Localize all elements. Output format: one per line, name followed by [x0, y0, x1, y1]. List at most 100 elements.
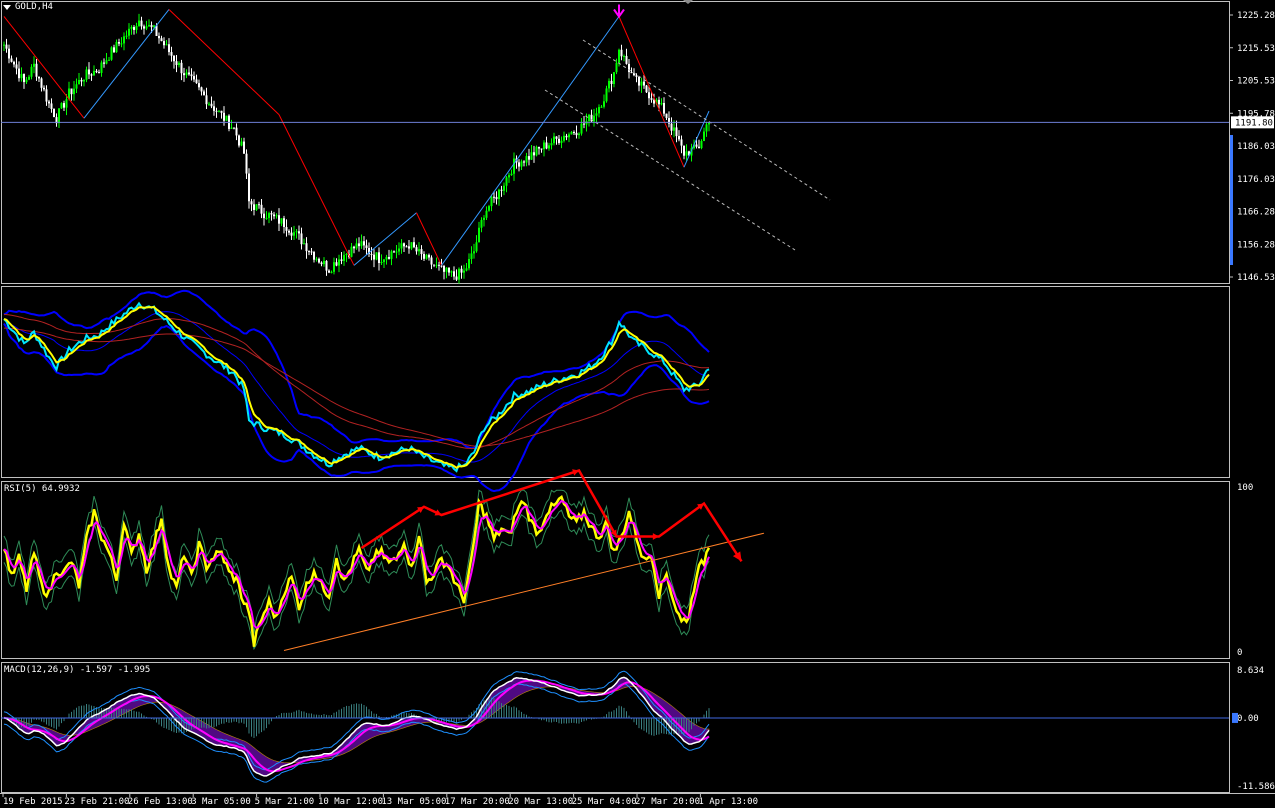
candle	[550, 138, 553, 150]
candle	[465, 262, 468, 272]
candle-body	[650, 98, 653, 100]
zigzag-segment	[618, 16, 685, 168]
candle-body	[213, 106, 215, 111]
candle-body	[93, 70, 95, 76]
candle	[335, 258, 338, 267]
candle	[638, 75, 640, 92]
candle	[700, 139, 703, 150]
candle-body	[375, 252, 378, 260]
candle-body	[543, 142, 545, 150]
candle-body	[88, 69, 90, 75]
candle	[125, 30, 128, 40]
candle	[238, 134, 240, 148]
candle	[578, 132, 580, 139]
candle	[245, 149, 248, 179]
candle	[393, 250, 395, 253]
triangle-down-icon[interactable]	[3, 4, 11, 10]
candle	[610, 73, 613, 92]
candle-body	[405, 246, 408, 248]
candle	[548, 142, 550, 151]
candle-body	[378, 252, 380, 264]
candle-body	[370, 253, 373, 255]
candle-body	[480, 219, 483, 228]
candle-body	[470, 253, 473, 260]
trading-chart[interactable]: 1225.281215.531205.531195.781186.031176.…	[0, 0, 1275, 808]
candle-body	[505, 177, 508, 186]
candle	[200, 86, 203, 96]
candle-body	[45, 89, 48, 102]
candle	[253, 199, 255, 216]
candle	[53, 108, 55, 118]
price-series	[3, 13, 710, 284]
candle-body	[390, 251, 393, 259]
candle-body	[258, 204, 260, 206]
candle-body	[355, 243, 358, 249]
candle-body	[15, 64, 18, 69]
price-tick-label: 1146.53	[1237, 273, 1275, 283]
candle	[18, 61, 20, 82]
candle-body	[100, 62, 103, 73]
candle	[188, 66, 190, 76]
candle	[248, 168, 250, 209]
candle-body	[63, 103, 65, 108]
candle	[333, 257, 335, 275]
candle-body	[460, 268, 463, 273]
candle	[160, 35, 163, 42]
candle-body	[328, 270, 330, 273]
candle	[85, 66, 88, 83]
candle-body	[105, 60, 108, 64]
candle-body	[345, 254, 348, 256]
time-tick-label: 25 Mar 04:00	[572, 797, 637, 807]
candle	[278, 208, 280, 232]
candle	[235, 123, 238, 141]
candle	[133, 25, 135, 35]
candle-body	[325, 260, 328, 271]
candle	[698, 139, 700, 149]
candle-body	[60, 103, 63, 109]
candle-body	[280, 218, 283, 224]
candle-body	[510, 173, 513, 176]
symbol-title[interactable]: GOLD,H4	[3, 1, 53, 13]
candle-body	[208, 103, 210, 105]
candle-body	[285, 226, 288, 231]
candle-body	[498, 189, 500, 200]
candle	[323, 257, 325, 267]
candle-body	[223, 112, 225, 121]
candle-body	[600, 106, 603, 108]
candle	[170, 46, 173, 62]
candle-body	[643, 81, 645, 86]
candle	[600, 105, 603, 108]
candle	[540, 148, 543, 153]
candle	[420, 245, 423, 260]
candle-body	[350, 246, 353, 257]
time-tick-label: 1 Apr 13:00	[698, 797, 758, 807]
macd-series	[3, 670, 710, 783]
candle	[308, 250, 310, 256]
annotation-vertex-head	[652, 533, 659, 540]
candle	[20, 67, 23, 82]
candle-body	[495, 196, 498, 200]
candle-body	[188, 72, 190, 75]
candle-body	[540, 148, 543, 150]
candle	[190, 68, 193, 81]
candle	[470, 246, 473, 264]
candle-body	[335, 262, 338, 266]
candle	[438, 261, 440, 271]
candle	[390, 249, 393, 266]
candle	[378, 247, 380, 271]
candle	[290, 227, 293, 240]
candle-body	[23, 74, 25, 83]
chart-shift-marker[interactable]	[683, 0, 693, 4]
candle	[368, 242, 370, 257]
candle-body	[143, 26, 145, 29]
candle	[138, 13, 140, 27]
candle	[330, 270, 333, 274]
candle-body	[475, 242, 478, 252]
candle	[473, 243, 475, 259]
candle	[425, 253, 428, 260]
time-tick-label: 27 Mar 20:00	[635, 797, 700, 807]
candle-body	[403, 243, 405, 247]
candle	[570, 130, 573, 135]
candle	[140, 16, 143, 30]
candle	[410, 242, 413, 251]
